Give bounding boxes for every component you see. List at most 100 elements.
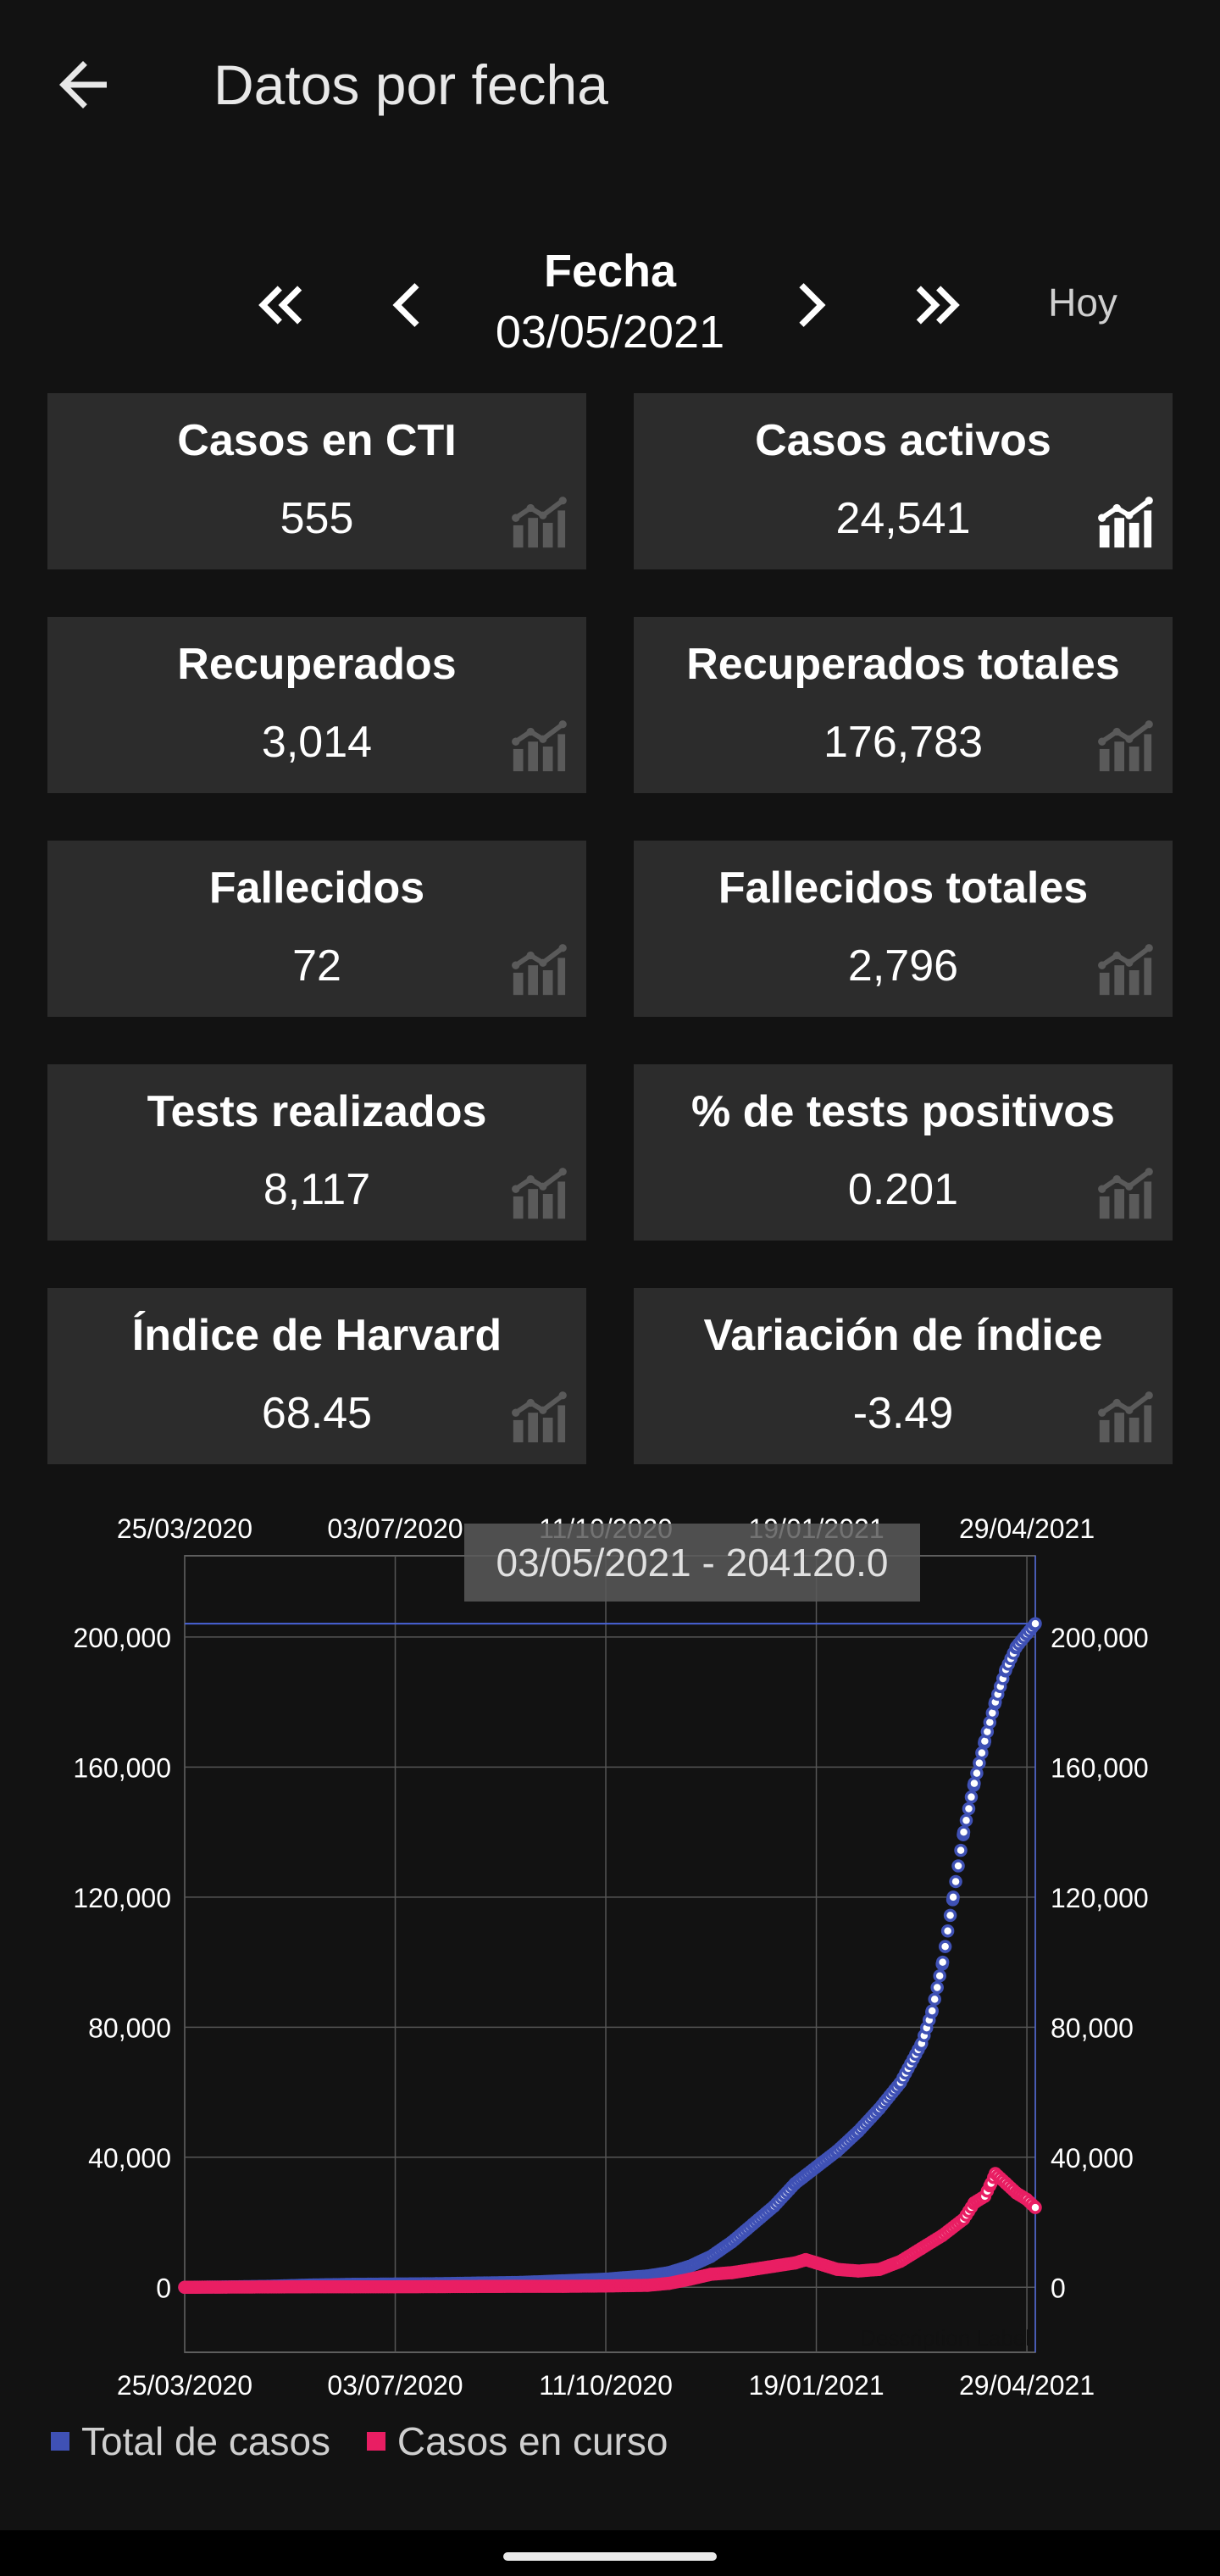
total-cases-point <box>954 1843 968 1857</box>
x-tick-label-bottom: 29/04/2021 <box>959 2370 1095 2401</box>
chart-canvas: 0 0 40,000 40,000 80,000 80,000 120,000 120,000… <box>73 1513 1149 2401</box>
cases-chart[interactable]: 0 0 40,000 40,000 80,000 80,000 120,000 120,000… <box>0 1491 1220 2500</box>
total-cases-point <box>935 1955 950 1969</box>
total-cases-point <box>949 1874 962 1889</box>
stat-card[interactable]: Índice de Harvard 68.45 <box>47 1288 586 1464</box>
total-cases-point <box>925 2004 939 2018</box>
total-cases-point <box>957 1825 971 1839</box>
stat-card[interactable]: Recuperados 3,014 <box>47 617 586 793</box>
chart-icon[interactable] <box>1095 493 1154 552</box>
x-tick-label-bottom: 03/07/2020 <box>327 2370 463 2401</box>
y-tick-label-right: 200,000 <box>1051 1623 1149 1653</box>
chart-icon[interactable] <box>1095 717 1154 776</box>
y-tick-label-left: 40,000 <box>88 2143 171 2174</box>
stat-card-value: 176,783 <box>824 718 983 767</box>
total-cases-point <box>975 1746 989 1760</box>
total-cases-point <box>959 1813 973 1828</box>
legend-label-active: Casos en curso <box>396 2419 668 2463</box>
stat-card[interactable]: Variación de índice -3.49 <box>634 1288 1173 1464</box>
chart-description: Description Label <box>860 2325 1030 2351</box>
y-tick-label-right: 40,000 <box>1051 2143 1134 2174</box>
total-cases-point <box>943 1908 957 1923</box>
chart-icon[interactable] <box>508 941 568 1000</box>
legend-swatch-active <box>366 2431 385 2451</box>
double-chevron-right-icon[interactable] <box>903 271 971 339</box>
home-gesture-handle[interactable] <box>503 2552 717 2561</box>
total-cases-point <box>928 1992 941 2007</box>
total-cases-point <box>940 1924 955 1938</box>
stat-card[interactable]: Fallecidos totales 2,796 <box>634 841 1173 1017</box>
x-tick-label-top: 29/04/2021 <box>959 1513 1095 1544</box>
stat-card-value: 555 <box>280 494 354 543</box>
y-tick-label-right: 160,000 <box>1051 1752 1149 1783</box>
y-tick-label-left: 160,000 <box>73 1752 171 1783</box>
chart-icon[interactable] <box>508 717 568 776</box>
stat-card-label: Tests realizados <box>147 1087 487 1136</box>
y-tick-label-left: 200,000 <box>73 1623 171 1653</box>
stat-card[interactable]: Fallecidos 72 <box>47 841 586 1017</box>
date-value[interactable]: 03/05/2021 <box>474 298 746 366</box>
chart-icon[interactable] <box>508 493 568 552</box>
x-tick-label-top: 25/03/2020 <box>117 1513 252 1544</box>
chart-icon[interactable] <box>508 1164 568 1224</box>
y-tick-label-right: 0 <box>1051 2273 1066 2303</box>
stat-card-value: 8,117 <box>263 1165 371 1214</box>
stat-card[interactable]: Tests realizados 8,117 <box>47 1064 586 1241</box>
chart-icon[interactable] <box>1095 1164 1154 1224</box>
total-cases-point <box>1029 1617 1042 1630</box>
y-tick-label-left: 80,000 <box>88 2012 171 2043</box>
chevron-left-icon[interactable] <box>374 271 442 339</box>
stat-card-value: 3,014 <box>261 718 373 767</box>
total-cases-point <box>930 1980 944 1995</box>
x-tick-label-bottom: 25/03/2020 <box>117 2370 252 2401</box>
chart-tooltip: 03/05/2021 - 204120.0 <box>496 1541 889 1585</box>
total-cases-point <box>968 1776 981 1790</box>
date-display: Fecha 03/05/2021 <box>474 244 746 366</box>
stat-card-value: 24,541 <box>835 494 971 543</box>
total-cases-point <box>938 1940 952 1953</box>
stat-card-label: Casos en CTI <box>177 416 457 465</box>
arrow-left-icon[interactable] <box>47 49 119 120</box>
stat-card[interactable]: % de tests positivos 0.201 <box>634 1064 1173 1241</box>
stat-card[interactable]: Casos activos 24,541 <box>634 393 1173 569</box>
stat-card[interactable]: Casos en CTI 555 <box>47 393 586 569</box>
stat-card-label: Recuperados <box>177 640 457 689</box>
stat-card-label: Fallecidos totales <box>718 863 1089 913</box>
y-tick-label-right: 120,000 <box>1051 1883 1149 1913</box>
y-tick-label-left: 0 <box>156 2273 171 2303</box>
plot-frame <box>184 1555 1036 2353</box>
legend-label-total: Total de casos <box>81 2419 331 2463</box>
double-chevron-left-icon[interactable] <box>247 271 315 339</box>
page-title: Datos por fecha <box>214 53 608 116</box>
stat-card[interactable]: Recuperados totales 176,783 <box>634 617 1173 793</box>
stat-card-value: 72 <box>292 941 341 991</box>
x-tick-label-bottom: 19/01/2021 <box>748 2370 884 2401</box>
chart-legend: Total de casos Casos en curso <box>51 2418 693 2469</box>
stat-card-value: -3.49 <box>852 1389 954 1438</box>
legend-item-total: Total de casos <box>51 2418 330 2464</box>
chart-icon[interactable] <box>1095 1388 1154 1447</box>
y-tick-label-left: 120,000 <box>73 1883 171 1913</box>
stat-card-value: 68.45 <box>261 1389 373 1438</box>
today-button[interactable]: Hoy <box>1023 280 1142 325</box>
stat-card-value: 2,796 <box>847 941 959 991</box>
stat-card-label: Índice de Harvard <box>131 1311 502 1360</box>
stat-card-label: Casos activos <box>755 416 1051 465</box>
total-cases-point <box>970 1766 984 1780</box>
date-navigator: Fecha 03/05/2021 Hoy <box>0 237 1220 373</box>
active-cases-point <box>1029 2201 1042 2214</box>
stat-card-label: Variación de índice <box>703 1311 1103 1360</box>
stat-card-value: 0.201 <box>847 1165 959 1214</box>
chart-icon[interactable] <box>508 1388 568 1447</box>
chart-icon[interactable] <box>1095 941 1154 1000</box>
y-tick-label-right: 80,000 <box>1051 2012 1134 2043</box>
total-cases-point <box>946 1890 960 1904</box>
stat-card-label: Recuperados totales <box>686 640 1120 689</box>
total-cases-point <box>962 1802 976 1816</box>
total-cases-point <box>933 1968 946 1983</box>
x-tick-label-bottom: 11/10/2020 <box>539 2370 673 2401</box>
date-label: Fecha <box>543 246 677 297</box>
total-cases-point <box>964 1790 979 1804</box>
stat-card-label: % de tests positivos <box>691 1087 1115 1136</box>
chevron-right-icon[interactable] <box>776 271 844 339</box>
